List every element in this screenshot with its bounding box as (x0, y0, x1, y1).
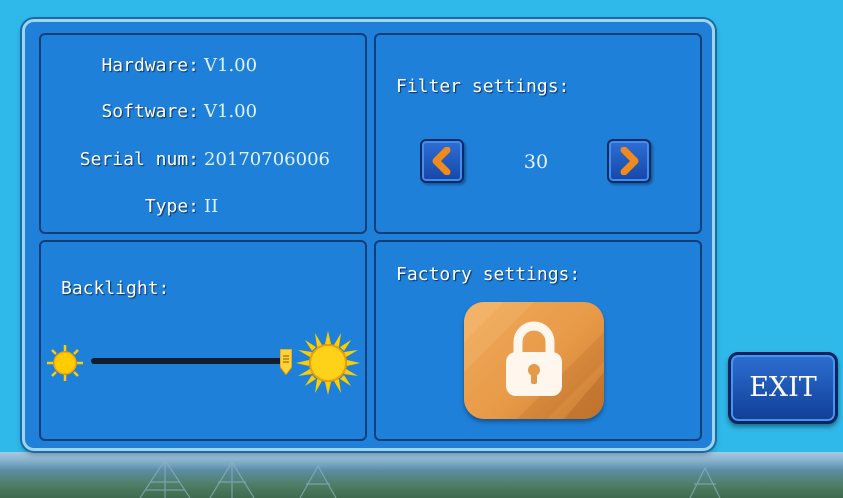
software-value: V1.00 (204, 101, 258, 122)
background-landscape-strip (0, 452, 843, 498)
backlight-title: Backlight: (61, 278, 170, 299)
backlight-slider-handle[interactable] (280, 349, 292, 375)
hardware-label: Hardware: (101, 55, 199, 76)
factory-reset-button[interactable] (464, 302, 604, 419)
lock-icon (464, 302, 604, 419)
type-value: II (204, 196, 219, 217)
device-info-panel: Hardware: V1.00 Software: V1.00 Serial n… (39, 33, 367, 234)
serial-label: Serial num: (79, 149, 199, 170)
software-label: Software: (101, 101, 199, 122)
chevron-right-icon (620, 147, 639, 175)
serial-row: Serial num: 20170706006 (41, 146, 369, 174)
backlight-slider-track[interactable] (91, 358, 286, 364)
filter-settings-title: Filter settings: (396, 76, 570, 97)
factory-settings-panel: Factory settings: (374, 240, 702, 441)
factory-settings-title: Factory settings: (396, 264, 581, 285)
exit-button[interactable]: EXIT (728, 352, 838, 424)
hardware-row: Hardware: V1.00 (41, 52, 369, 80)
settings-window: Hardware: V1.00 Software: V1.00 Serial n… (22, 19, 715, 451)
software-row: Software: V1.00 (41, 98, 369, 126)
filter-value: 30 (523, 151, 549, 173)
filter-increase-button[interactable] (607, 139, 651, 183)
serial-value: 20170706006 (204, 149, 330, 170)
filter-decrease-button[interactable] (420, 139, 464, 183)
backlight-panel: Backlight: (39, 240, 367, 441)
power-tower-graphic (139, 458, 721, 498)
type-label: Type: (144, 196, 199, 217)
sun-large-icon (296, 331, 360, 395)
hardware-value: V1.00 (204, 55, 258, 76)
filter-settings-panel: Filter settings: 30 (374, 33, 702, 234)
chevron-left-icon (432, 147, 451, 175)
sun-small-icon (47, 345, 83, 381)
type-row: Type: II (41, 193, 369, 221)
